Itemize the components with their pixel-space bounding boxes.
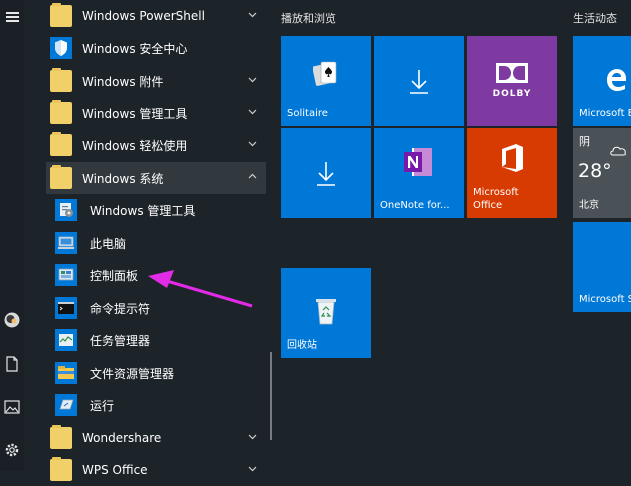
annotation-arrow <box>148 270 253 308</box>
